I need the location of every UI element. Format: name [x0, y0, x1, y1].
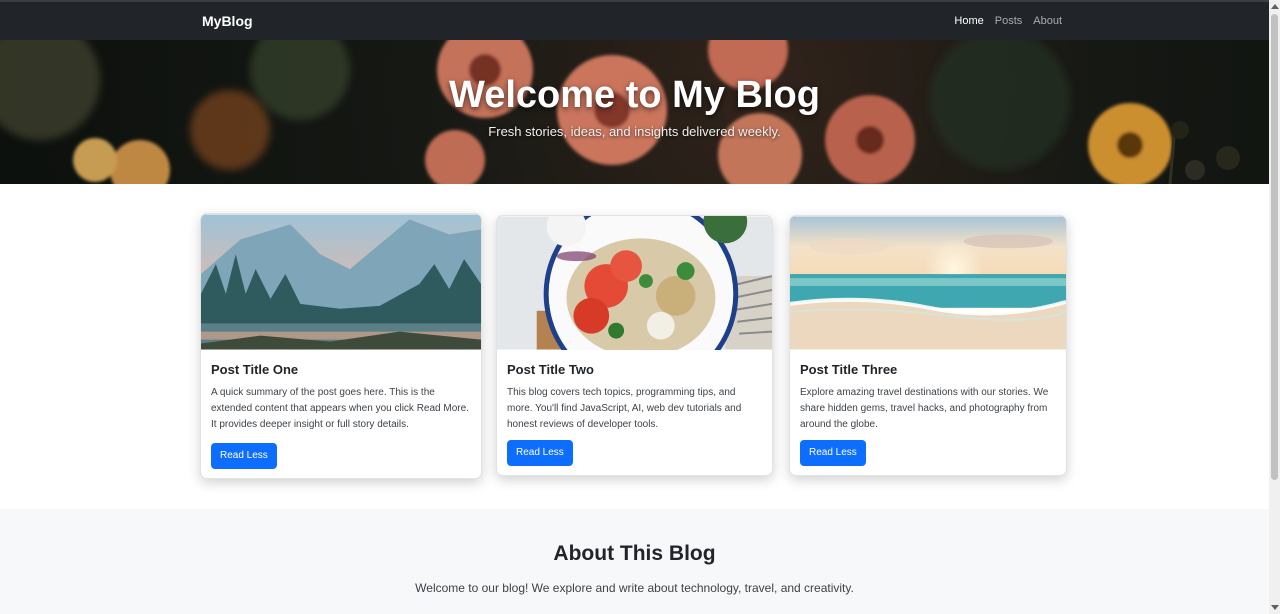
post-title: Post Title Three: [800, 362, 898, 377]
post-title: Post Title One: [211, 362, 299, 377]
card-body: Post Title One A quick summary of the po…: [201, 350, 481, 433]
beach-sunset-photo: [790, 216, 1066, 350]
page-scrollbar[interactable]: [1269, 0, 1280, 614]
post-card-three: Post Title Three Explore amazing travel …: [789, 215, 1067, 476]
navbar: MyBlog Home Posts About: [0, 0, 1269, 40]
mountain-lake-photo: [201, 214, 481, 350]
nav-link-posts[interactable]: Posts: [995, 15, 1023, 27]
about-section: About This Blog Welcome to our blog! We …: [0, 509, 1269, 614]
nav-link-home[interactable]: Home: [954, 15, 983, 27]
scroll-up-arrow-icon[interactable]: [1271, 4, 1279, 9]
nav-links: Home Posts About: [954, 15, 1062, 27]
hero-banner: Welcome to My Blog Fresh stories, ideas,…: [0, 40, 1269, 184]
read-less-button[interactable]: Read Less: [800, 440, 866, 466]
card-body: Post Title Three Explore amazing travel …: [790, 350, 1066, 433]
read-less-button[interactable]: Read Less: [507, 440, 573, 466]
post-card-one: Post Title One A quick summary of the po…: [200, 213, 482, 479]
card-body: Post Title Two This blog covers tech top…: [497, 350, 772, 433]
scroll-down-arrow-icon[interactable]: [1271, 605, 1279, 610]
about-title: About This Blog: [553, 542, 716, 565]
post-title: Post Title Two: [507, 362, 594, 377]
post-excerpt: A quick summary of the post goes here. T…: [211, 387, 469, 430]
hero-title: Welcome to My Blog: [449, 74, 820, 116]
salad-bowl-photo: [497, 216, 772, 350]
scrollbar-thumb[interactable]: [1271, 14, 1278, 480]
post-excerpt: This blog covers tech topics, programmin…: [507, 387, 742, 430]
post-excerpt: Explore amazing travel destinations with…: [800, 387, 1049, 430]
about-text: Welcome to our blog! We explore and writ…: [415, 581, 854, 595]
read-less-button[interactable]: Read Less: [211, 443, 277, 469]
hero-subtitle: Fresh stories, ideas, and insights deliv…: [488, 124, 781, 139]
nav-link-about[interactable]: About: [1033, 15, 1062, 27]
brand-logo[interactable]: MyBlog: [202, 13, 253, 29]
post-card-two: Post Title Two This blog covers tech top…: [496, 215, 773, 476]
